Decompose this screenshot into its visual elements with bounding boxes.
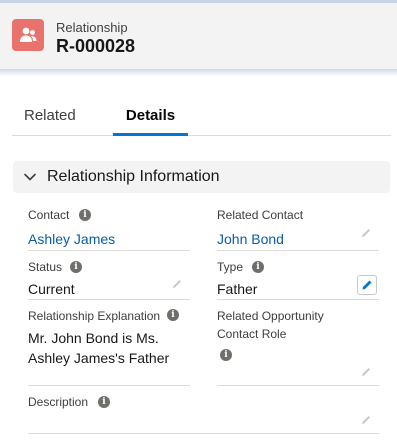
relationship-explanation-line-2: Ashley James's Father (28, 350, 170, 366)
chevron-down-icon (24, 173, 36, 181)
field-label: Related Contact (217, 208, 304, 222)
tab-details[interactable]: Details (113, 98, 188, 136)
record-header: Relationship R-000028 (0, 3, 397, 69)
edit-type-button[interactable] (357, 275, 377, 295)
pencil-icon (362, 280, 372, 290)
info-icon[interactable]: i (70, 261, 82, 273)
field-label: Status (28, 260, 63, 274)
object-label: Relationship (56, 20, 128, 35)
info-icon[interactable]: i (167, 309, 179, 321)
field-label: Contact (28, 208, 70, 222)
related-contact-link[interactable]: John Bond (217, 231, 284, 247)
section-relationship-information[interactable]: Relationship Information (13, 161, 390, 193)
relationship-icon (12, 19, 44, 51)
status-value: Current (28, 281, 75, 297)
field-status: Status i Current (28, 255, 190, 300)
field-label: Contact Role (217, 327, 287, 341)
contact-link[interactable]: Ashley James (28, 231, 115, 247)
field-description: Description i (28, 390, 379, 434)
relationship-explanation-line-1: Mr. John Bond is Ms. (28, 330, 159, 346)
info-icon[interactable]: i (252, 261, 264, 273)
field-label: Type (217, 260, 244, 274)
info-icon[interactable]: i (79, 209, 91, 221)
tab-related[interactable]: Related (24, 98, 76, 136)
field-label: Related Opportunity (217, 309, 324, 323)
field-type: Type i Father (217, 255, 379, 300)
pencil-icon[interactable] (360, 227, 372, 239)
field-label: Description (28, 395, 89, 409)
pencil-icon[interactable] (360, 414, 372, 426)
field-related-opportunity-contact-role: Related Opportunity Contact Role i (217, 304, 379, 386)
type-value: Father (217, 281, 258, 297)
section-title: Relationship Information (47, 168, 220, 185)
field-contact: Contact i Ashley James (28, 204, 190, 251)
tab-bar: Related Details (12, 98, 391, 136)
field-label: Relationship Explanation (28, 309, 161, 323)
record-name: R-000028 (56, 36, 136, 56)
header-divider (0, 69, 397, 77)
field-related-contact: Related Contact John Bond (217, 204, 379, 251)
pencil-icon[interactable] (171, 278, 183, 290)
info-icon[interactable]: i (98, 396, 110, 408)
field-relationship-explanation: Relationship Explanation i Mr. John Bond… (28, 304, 190, 386)
info-icon[interactable]: i (220, 349, 232, 361)
pencil-icon[interactable] (360, 366, 372, 378)
